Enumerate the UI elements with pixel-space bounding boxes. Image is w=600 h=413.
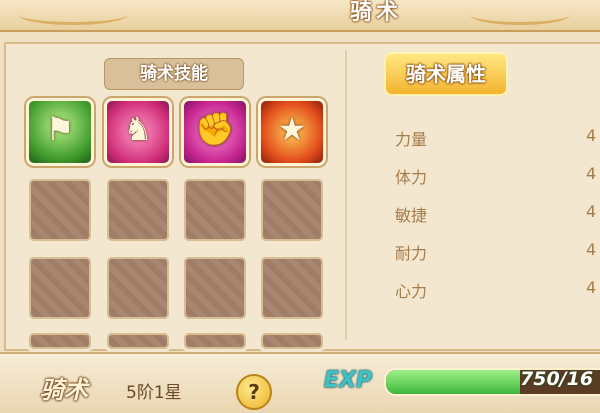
empty-skill-slot[interactable] bbox=[181, 254, 249, 322]
empty-skill-slot[interactable] bbox=[258, 330, 326, 352]
flag-icon: ⚑ bbox=[45, 110, 75, 148]
empty-skill-slot[interactable] bbox=[104, 176, 172, 244]
exp-label: EXP bbox=[324, 368, 373, 393]
attribute-value: 4 bbox=[586, 164, 597, 183]
attribute-label: 力量 bbox=[395, 130, 428, 149]
empty-skill-slot[interactable] bbox=[26, 254, 94, 322]
skill-slot[interactable]: ✊ bbox=[181, 98, 249, 166]
empty-skill-slot[interactable] bbox=[26, 330, 94, 352]
decor-swirl-right bbox=[470, 4, 570, 25]
attribute-label: 耐力 bbox=[395, 244, 428, 263]
empty-skill-slot[interactable] bbox=[258, 254, 326, 322]
shield-star-icon: ★ bbox=[277, 110, 307, 148]
fist-icon: ✊ bbox=[195, 110, 235, 148]
skill-level: 5阶1星 bbox=[126, 383, 182, 403]
attribute-row: 力量 4 bbox=[380, 118, 600, 154]
title-bar: 骑术 bbox=[0, 0, 600, 32]
panel-divider bbox=[345, 50, 347, 340]
horse-icon: ♞ bbox=[123, 110, 153, 148]
attributes-title: 骑术属性 bbox=[384, 52, 508, 96]
exp-progress-fill bbox=[386, 370, 520, 394]
window-title: 骑术 bbox=[350, 0, 403, 25]
empty-skill-slot[interactable] bbox=[104, 254, 172, 322]
help-button[interactable]: ? bbox=[236, 374, 272, 410]
attribute-label: 敏捷 bbox=[395, 206, 428, 225]
attribute-label: 体力 bbox=[395, 168, 428, 187]
skill-name: 骑术 bbox=[40, 376, 88, 404]
skills-title: 骑术技能 bbox=[104, 58, 244, 90]
exp-value: 750/16 bbox=[520, 368, 594, 390]
attribute-row: 体力 4 bbox=[380, 156, 600, 192]
attribute-row: 心力 4 bbox=[380, 270, 600, 306]
skill-slot[interactable]: ★ bbox=[258, 98, 326, 166]
attribute-value: 4 bbox=[586, 240, 597, 259]
empty-skill-slot[interactable] bbox=[26, 176, 94, 244]
attribute-value: 4 bbox=[586, 202, 597, 221]
attribute-row: 敏捷 4 bbox=[380, 194, 600, 230]
attribute-value: 4 bbox=[586, 126, 597, 145]
empty-skill-slot[interactable] bbox=[181, 176, 249, 244]
attribute-row: 耐力 4 bbox=[380, 232, 600, 268]
empty-skill-slot[interactable] bbox=[258, 176, 326, 244]
empty-skill-slot[interactable] bbox=[181, 330, 249, 352]
attribute-label: 心力 bbox=[395, 282, 428, 301]
skill-slot[interactable]: ⚑ bbox=[26, 98, 94, 166]
empty-skill-slot[interactable] bbox=[104, 330, 172, 352]
skill-slot[interactable]: ♞ bbox=[104, 98, 172, 166]
decor-swirl-left bbox=[18, 4, 128, 25]
attribute-value: 4 bbox=[586, 278, 597, 297]
